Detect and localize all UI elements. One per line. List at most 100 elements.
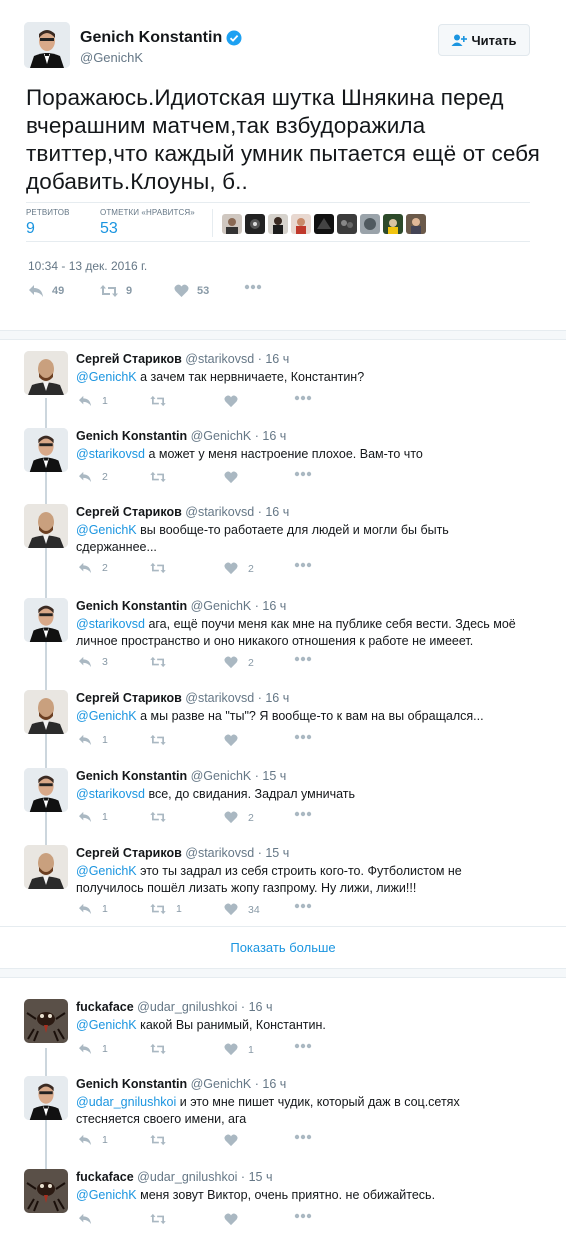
- like-button[interactable]: 2: [224, 811, 254, 824]
- reply-time[interactable]: 16 ч: [262, 1077, 286, 1091]
- reply-time[interactable]: 16 ч: [262, 599, 286, 613]
- like-button[interactable]: [224, 734, 248, 747]
- reply-tweet[interactable]: Сергей Стариков @starikovsd · 16 ч @Genic…: [0, 351, 566, 415]
- reply-tweet[interactable]: Genich Konstantin @GenichK · 16 ч @udar_g…: [0, 1076, 566, 1154]
- like-button[interactable]: 2: [224, 656, 254, 669]
- avatar[interactable]: [24, 351, 68, 395]
- liker-avatar[interactable]: [383, 214, 403, 234]
- reply-tweet[interactable]: Сергей Стариков @starikovsd · 16 ч @Genic…: [0, 504, 566, 582]
- retweet-button[interactable]: [150, 471, 176, 483]
- more-button[interactable]: [244, 284, 262, 290]
- reply-button[interactable]: 1: [78, 903, 108, 915]
- mention-link[interactable]: @udar_gnilushkoi: [76, 1095, 176, 1109]
- more-button[interactable]: [294, 1213, 312, 1219]
- reply-button[interactable]: 49: [28, 284, 64, 298]
- retweet-button[interactable]: [150, 1043, 176, 1055]
- author-name[interactable]: Genich Konstantin: [76, 1077, 187, 1091]
- reply-button[interactable]: 1: [78, 1134, 108, 1146]
- author-handle[interactable]: @starikovsd: [185, 691, 254, 705]
- reply-time[interactable]: 16 ч: [265, 691, 289, 705]
- liker-avatar[interactable]: [406, 214, 426, 234]
- liker-avatar[interactable]: [268, 214, 288, 234]
- author-handle[interactable]: @starikovsd: [185, 505, 254, 519]
- liker-avatar[interactable]: [337, 214, 357, 234]
- more-button[interactable]: [294, 903, 312, 909]
- reply-time[interactable]: 16 ч: [249, 1000, 273, 1014]
- retweet-button[interactable]: [150, 734, 176, 746]
- avatar[interactable]: [24, 598, 68, 642]
- author-handle[interactable]: @GenichK: [191, 769, 252, 783]
- mention-link[interactable]: @GenichK: [76, 370, 137, 384]
- tweet-timestamp[interactable]: 10:34 - 13 дек. 2016 г.: [28, 259, 147, 273]
- reply-tweet[interactable]: fuckaface @udar_gnilushkoi · 16 ч @Genich…: [0, 999, 566, 1063]
- more-button[interactable]: [294, 395, 312, 401]
- like-button[interactable]: [224, 471, 248, 484]
- like-button[interactable]: 2: [224, 562, 254, 575]
- reply-button[interactable]: 3: [78, 656, 108, 668]
- reply-tweet[interactable]: Genich Konstantin @GenichK · 16 ч @starik…: [0, 428, 566, 491]
- reply-tweet[interactable]: fuckaface @udar_gnilushkoi · 15 ч @Genich…: [0, 1169, 566, 1233]
- author-handle[interactable]: @GenichK: [191, 599, 252, 613]
- author-name[interactable]: fuckaface: [76, 1000, 134, 1014]
- author-handle[interactable]: @GenichK: [191, 1077, 252, 1091]
- avatar[interactable]: [24, 1169, 68, 1213]
- mention-link[interactable]: @starikovsd: [76, 787, 145, 801]
- avatar[interactable]: [24, 428, 68, 472]
- more-button[interactable]: [294, 562, 312, 568]
- more-button[interactable]: [294, 734, 312, 740]
- liker-avatar[interactable]: [291, 214, 311, 234]
- retweet-button[interactable]: [150, 395, 176, 407]
- liker-avatar[interactable]: [314, 214, 334, 234]
- more-button[interactable]: [294, 656, 312, 662]
- more-button[interactable]: [294, 811, 312, 817]
- retweet-button[interactable]: [150, 811, 176, 823]
- like-button[interactable]: [224, 395, 248, 408]
- retweet-button[interactable]: [150, 562, 176, 574]
- author-name[interactable]: Genich Konstantin: [76, 429, 187, 443]
- author-handle[interactable]: @starikovsd: [185, 352, 254, 366]
- author-name[interactable]: Genich Konstantin: [76, 769, 187, 783]
- author-name[interactable]: Сергей Стариков: [76, 352, 182, 366]
- avatar[interactable]: [24, 1076, 68, 1120]
- author-handle[interactable]: @starikovsd: [185, 846, 254, 860]
- like-stat[interactable]: ОТМЕТКИ «НРАВИТСЯ» 53: [100, 208, 195, 238]
- author-handle[interactable]: @udar_gnilushkoi: [137, 1000, 237, 1014]
- avatar[interactable]: [24, 845, 68, 889]
- more-button[interactable]: [294, 1134, 312, 1140]
- reply-time[interactable]: 15 ч: [249, 1170, 273, 1184]
- author-handle[interactable]: @GenichK: [191, 429, 252, 443]
- like-button[interactable]: [224, 1134, 248, 1147]
- show-more-link[interactable]: Показать больше: [0, 926, 566, 970]
- reply-button[interactable]: 1: [78, 811, 108, 823]
- retweet-button[interactable]: 9: [100, 284, 132, 298]
- like-button[interactable]: 53: [174, 284, 209, 298]
- mention-link[interactable]: @starikovsd: [76, 617, 145, 631]
- avatar[interactable]: [24, 690, 68, 734]
- retweet-button[interactable]: [150, 1213, 176, 1225]
- retweet-stat[interactable]: РЕТВИТОВ 9: [26, 208, 70, 238]
- avatar[interactable]: [24, 768, 68, 812]
- retweet-button[interactable]: [150, 1134, 176, 1146]
- more-button[interactable]: [294, 471, 312, 477]
- liker-avatar[interactable]: [360, 214, 380, 234]
- author-name[interactable]: Сергей Стариков: [76, 691, 182, 705]
- avatar[interactable]: [24, 22, 70, 68]
- reply-button[interactable]: 1: [78, 1043, 108, 1055]
- reply-tweet[interactable]: Genich Konstantin @GenichK · 16 ч @starik…: [0, 598, 566, 676]
- mention-link[interactable]: @GenichK: [76, 709, 137, 723]
- avatar[interactable]: [24, 504, 68, 548]
- retweet-button[interactable]: 1: [150, 903, 182, 915]
- reply-time[interactable]: 16 ч: [265, 505, 289, 519]
- mention-link[interactable]: @starikovsd: [76, 447, 145, 461]
- mention-link[interactable]: @GenichK: [76, 1018, 137, 1032]
- like-button[interactable]: 34: [224, 903, 260, 916]
- reply-time[interactable]: 15 ч: [262, 769, 286, 783]
- retweet-button[interactable]: [150, 656, 176, 668]
- mention-link[interactable]: @GenichK: [76, 523, 137, 537]
- reply-button[interactable]: 1: [78, 734, 108, 746]
- reply-tweet[interactable]: Сергей Стариков @starikovsd · 16 ч @Genic…: [0, 690, 566, 754]
- like-button[interactable]: 1: [224, 1043, 254, 1056]
- author-name[interactable]: Genich Konstantin: [80, 29, 222, 47]
- reply-button[interactable]: [78, 1213, 102, 1225]
- liker-avatar[interactable]: [222, 214, 242, 234]
